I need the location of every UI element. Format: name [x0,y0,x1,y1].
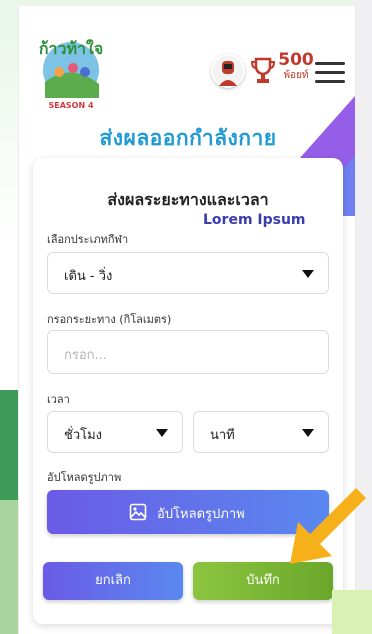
image-icon [129,503,147,521]
trophy-icon [250,56,276,86]
logo-text: ก้าวท้าใจ [39,39,103,58]
logo-subtitle: SEASON 4 [48,101,93,110]
arrow-pointer-icon [286,484,370,568]
minutes-select-value: นาที [210,428,235,443]
distance-label: กรอกระยะทาง (กิโลเมตร) [47,313,172,326]
chevron-down-icon [302,270,314,278]
points-display: 500 พ้อยท์ [277,50,315,82]
hours-select-value: ชั่วโมง [64,428,103,443]
cancel-button[interactable]: ยกเลิก [43,562,183,600]
distance-placeholder: กรอก... [64,348,107,363]
upload-label: อัปโหลดรูปภาพ [47,471,122,484]
overlay-text: Lorem Ipsum [203,212,306,228]
menu-icon[interactable] [315,62,345,84]
points-value: 500 [278,50,314,70]
background-decoration [332,590,372,634]
form-title: ส่งผลระยะทางและเวลา [107,190,269,209]
points-unit: พ้อยท์ [283,70,309,81]
time-label: เวลา [47,393,70,406]
sport-select-value: เดิน - วิ่ง [64,269,113,284]
distance-input[interactable]: กรอก... [47,330,329,374]
chevron-down-icon [302,429,314,437]
sport-select[interactable]: เดิน - วิ่ง [47,252,329,294]
app-logo[interactable]: ก้าวท้าใจ SEASON 4 [33,32,117,116]
hours-select[interactable]: ชั่วโมง [47,411,183,453]
upload-button-label: อัปโหลดรูปภาพ [157,507,245,522]
sport-label: เลือกประเภทกีฬา [47,233,129,246]
page-title: ส่งผลออกกำลังกาย [99,126,277,150]
header: ก้าวท้าใจ SEASON 4 500 พ้อยท์ [19,6,355,116]
minutes-select[interactable]: นาที [193,411,329,453]
chevron-down-icon [156,429,168,437]
avatar[interactable] [211,54,245,88]
